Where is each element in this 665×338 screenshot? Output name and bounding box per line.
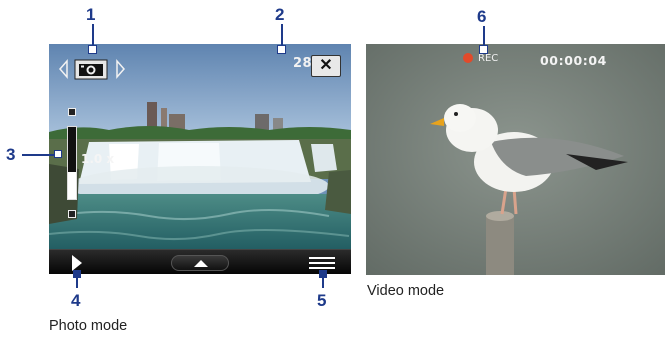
callout-3-marker [54, 150, 62, 158]
seagull-video-frame [366, 44, 665, 275]
callout-4-marker [73, 270, 81, 278]
callout-3: 3 [6, 145, 16, 164]
zoom-out-handle[interactable] [68, 210, 76, 218]
zoom-in-handle[interactable] [68, 108, 76, 116]
callout-5: 5 [317, 291, 327, 310]
zoom-level-fill [68, 171, 76, 199]
callout-1: 1 [86, 5, 96, 24]
zoom-level-label: 1.0 x [81, 152, 115, 166]
bottom-toolbar [49, 249, 351, 274]
menu-icon[interactable] [309, 255, 335, 271]
photo-mode-caption: Photo mode [49, 318, 128, 334]
callout-3-line [22, 154, 56, 156]
callout-6-marker [479, 45, 488, 54]
close-button[interactable]: ✕ [311, 55, 341, 77]
recording-timer: 00:00:04 [540, 53, 607, 68]
callout-2: 2 [275, 5, 285, 24]
rec-label: REC [478, 53, 499, 64]
play-icon[interactable] [72, 255, 82, 271]
right-arrow-icon [116, 59, 125, 79]
video-mode-caption: Video mode [367, 283, 445, 299]
mode-selector[interactable] [57, 58, 139, 80]
video-mode-screen: REC 00:00:04 [366, 44, 665, 275]
callout-1-marker [88, 45, 97, 54]
zoom-bar[interactable] [67, 126, 77, 200]
left-arrow-icon [59, 59, 68, 79]
callout-4: 4 [71, 291, 81, 310]
expand-up-icon[interactable] [171, 255, 229, 271]
callout-2-marker [277, 45, 286, 54]
camera-icon [74, 59, 108, 80]
callout-6: 6 [477, 7, 487, 26]
callout-5-marker [319, 270, 327, 278]
record-indicator-icon [463, 53, 473, 63]
photo-mode-screen: 2858 ✕ 1.0 x [49, 44, 351, 274]
